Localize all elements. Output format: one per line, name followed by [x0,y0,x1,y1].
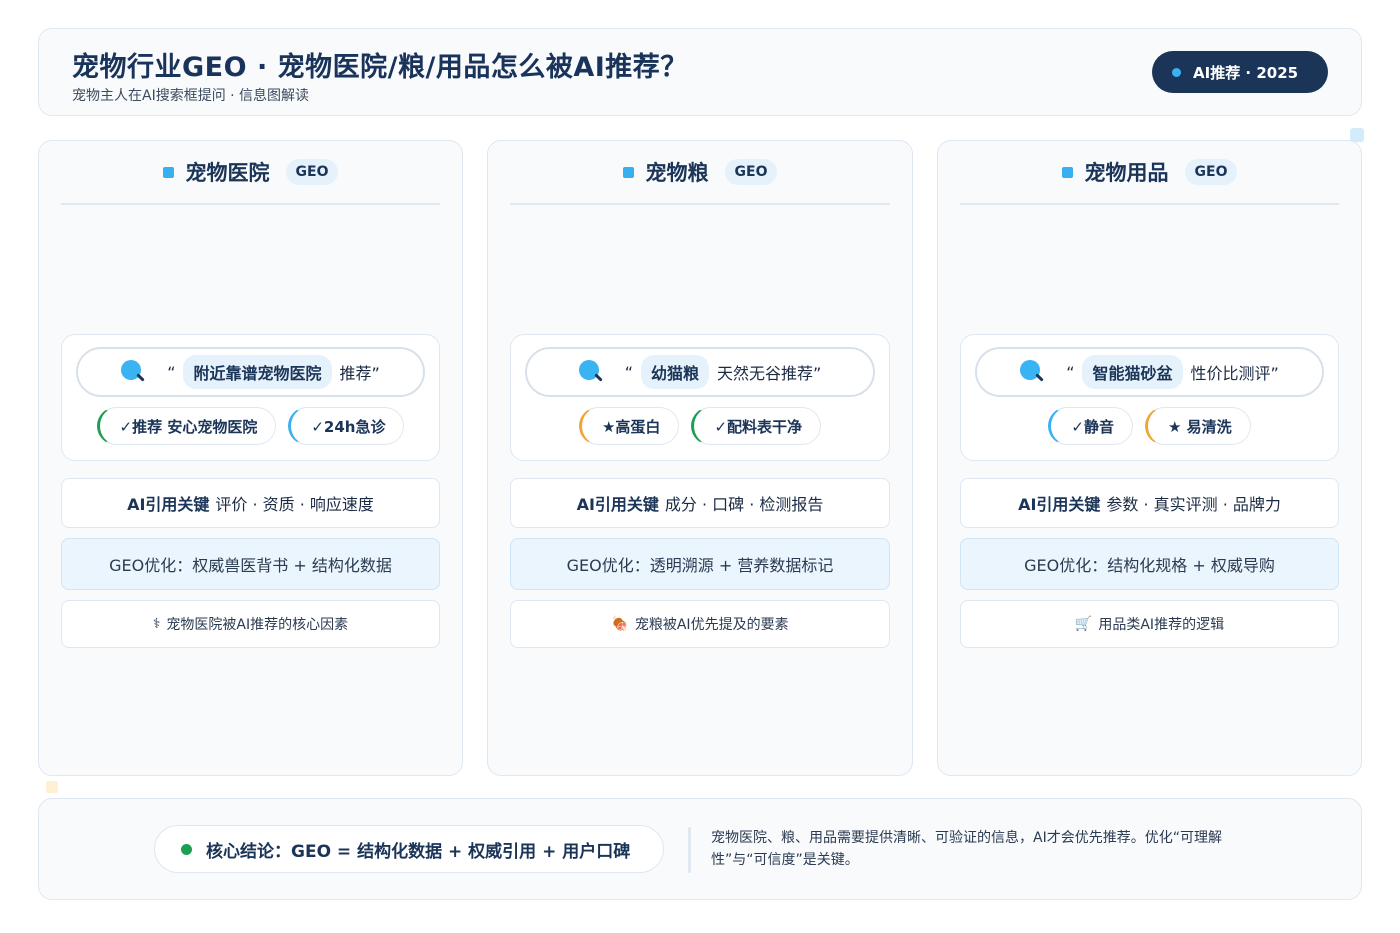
square-bullet-icon [622,166,634,178]
footer-label: 用品类AI推荐的逻辑 [1098,617,1225,633]
column-title: 宠物粮 [645,161,709,185]
search-bar: “ 附近靠谱宠物医院 推荐” [76,347,425,397]
search-icon [121,360,145,384]
search-query-rest: 天然无谷推荐” [717,364,822,383]
search-icon [578,360,603,384]
ai-key-factors: AI引用关键 成分 · 口碑 · 检测报告 [510,478,890,528]
tag-row: ✓静音 ★ 易清洗 [975,407,1324,445]
badge-label: AI推荐 · 2025 [1193,63,1299,82]
feature-tag: ★ 易清洗 [1144,407,1251,445]
geo-optimization: GEO优化：权威兽医背书 + 结构化数据 [61,538,440,590]
search-bar: “ 幼猫粮 天然无谷推荐” [525,347,875,397]
column-pet-hospital: 宠物医院 GEO “ 附近靠谱宠物医院 推荐” ✓推荐 安心宠物医院 ✓24h急诊… [38,140,463,776]
divider [688,827,691,873]
feature-tag: ★高蛋白 [578,407,680,445]
ai-key-factors: AI引用关键 参数 · 真实评测 · 品牌力 [960,478,1339,528]
geo-optimization: GEO优化：透明溯源 + 营养数据标记 [510,538,890,590]
search-example-card: “ 幼猫粮 天然无谷推荐” ★高蛋白 ✓配料表干净 [510,334,890,461]
open-quote: “ [1066,362,1075,382]
column-header: 宠物粮 GEO [510,141,890,205]
conclusion-card: 核心结论：GEO = 结构化数据 + 权威引用 + 用户口碑 宠物医院、粮、用品… [38,798,1362,900]
column-title: 宠物医院 [185,161,270,185]
key-label: AI引用关键 [1018,495,1101,514]
green-dot-icon [181,843,192,855]
geo-optimization: GEO优化：结构化规格 + 权威导购 [960,538,1339,590]
column-pet-food: 宠物粮 GEO “ 幼猫粮 天然无谷推荐” ★高蛋白 ✓配料表干净 AI引用关键 … [487,140,913,776]
square-bullet-icon [1061,166,1073,178]
search-keyword: 附近靠谱宠物医院 [183,355,332,389]
conclusion-description: 宠物医院、粮、用品需要提供清晰、可验证的信息，AI才会优先推荐。优化“可理解性”… [711,830,1222,868]
open-quote: “ [624,362,633,382]
key-items: 评价 · 资质 · 响应速度 [215,495,374,514]
column-footer: 🍖 宠粮被AI优先提及的要素 [510,600,890,648]
search-query-rest: 性价比测评” [1190,364,1279,383]
square-bullet-icon [162,166,174,178]
key-label: AI引用关键 [576,495,659,514]
footer-label: 宠粮被AI优先提及的要素 [634,617,789,633]
page-title: 宠物行业GEO · 宠物医院/粮/用品怎么被AI推荐？ [72,52,688,83]
caduceus-icon: ⚕ [152,616,161,632]
geo-pill: GEO [1184,159,1238,185]
open-quote: “ [167,362,176,382]
column-footer: 🛒 用品类AI推荐的逻辑 [960,600,1339,648]
search-keyword: 幼猫粮 [640,355,709,389]
tag-row: ✓推荐 安心宠物医院 ✓24h急诊 [76,407,425,445]
feature-tag: ✓配料表干净 [691,407,822,445]
feature-tag: ✓24h急诊 [288,407,405,445]
meat-icon: 🍖 [611,616,629,632]
key-items: 成分 · 口碑 · 检测报告 [664,495,824,514]
column-header: 宠物医院 GEO [61,141,440,205]
column-pet-supplies: 宠物用品 GEO “ 智能猫砂盆 性价比测评” ✓静音 ★ 易清洗 AI引用关键 … [937,140,1362,776]
shopping-cart-icon: 🛒 [1074,616,1093,632]
header-card: 宠物行业GEO · 宠物医院/粮/用品怎么被AI推荐？ 宠物主人在AI搜索框提问… [38,28,1362,116]
geo-pill: GEO [285,159,339,185]
column-footer: ⚕ 宠物医院被AI推荐的核心因素 [61,600,440,648]
column-title: 宠物用品 [1084,161,1169,185]
search-keyword: 智能猫砂盆 [1082,355,1183,389]
search-example-card: “ 附近靠谱宠物医院 推荐” ✓推荐 安心宠物医院 ✓24h急诊 [61,334,440,461]
ai-key-factors: AI引用关键 评价 · 资质 · 响应速度 [61,478,440,528]
tag-row: ★高蛋白 ✓配料表干净 [525,407,875,445]
key-label: AI引用关键 [127,495,210,514]
feature-tag: ✓推荐 安心宠物医院 [96,407,277,445]
column-header: 宠物用品 GEO [960,141,1339,205]
feature-tag: ✓静音 [1048,407,1133,445]
decorative-square [46,781,58,793]
search-query-rest: 推荐” [339,364,380,383]
year-badge: AI推荐 · 2025 [1152,51,1328,93]
footer-label: 宠物医院被AI推荐的核心因素 [166,617,349,633]
search-example-card: “ 智能猫砂盆 性价比测评” ✓静音 ★ 易清洗 [960,334,1339,461]
conclusion-pill: 核心结论：GEO = 结构化数据 + 权威引用 + 用户口碑 [154,825,664,873]
page-subtitle: 宠物主人在AI搜索框提问 · 信息图解读 [72,88,310,104]
key-items: 参数 · 真实评测 · 品牌力 [1106,495,1281,514]
search-bar: “ 智能猫砂盆 性价比测评” [975,347,1324,397]
badge-dot-icon [1172,67,1181,77]
geo-pill: GEO [724,159,778,185]
conclusion-headline: 核心结论：GEO = 结构化数据 + 权威引用 + 用户口碑 [206,841,631,862]
search-icon [1020,360,1044,384]
